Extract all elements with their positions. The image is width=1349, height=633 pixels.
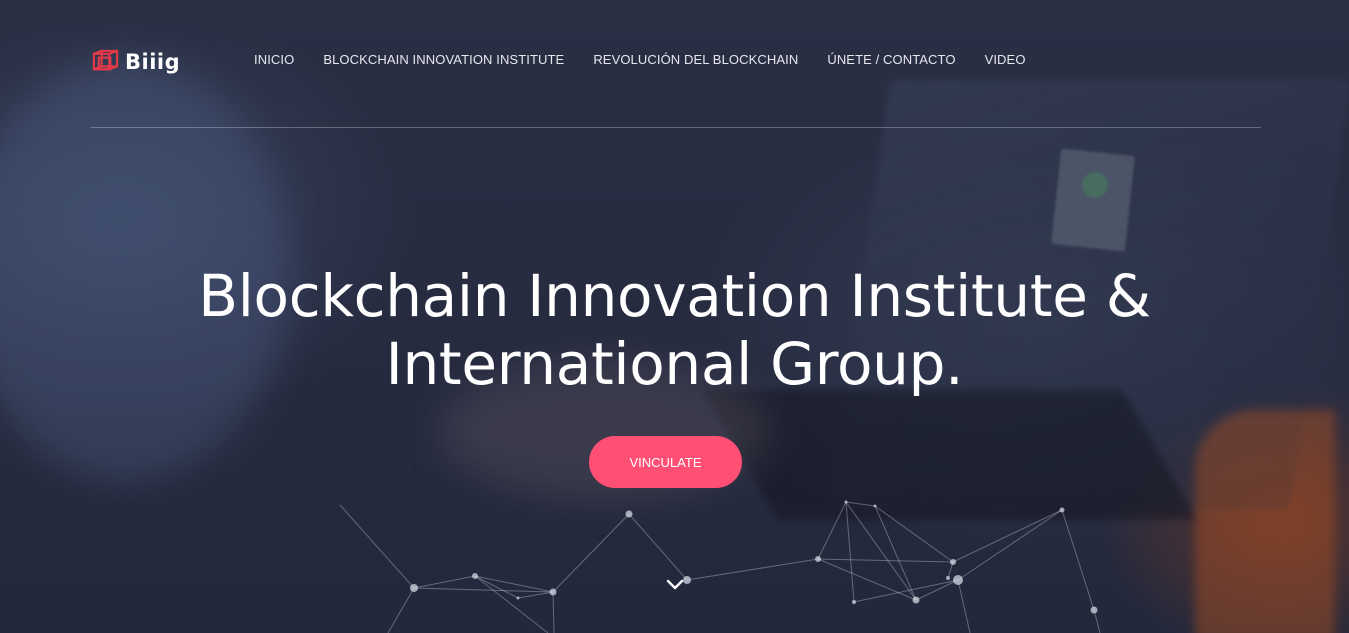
- nav-item-blockchain-innovation-institute[interactable]: BLOCKCHAIN INNOVATION INSTITUTE: [323, 52, 564, 67]
- nav-item-unete-contacto[interactable]: ÚNETE / CONTACTO: [827, 52, 955, 67]
- hero-title: Blockchain Innovation Institute & Intern…: [0, 262, 1349, 398]
- main-nav: INICIO BLOCKCHAIN INNOVATION INSTITUTE R…: [254, 52, 1055, 67]
- hero-section: Biiig INICIO BLOCKCHAIN INNOVATION INSTI…: [0, 0, 1349, 633]
- background-photo-badge: [1082, 172, 1108, 198]
- nav-item-inicio[interactable]: INICIO: [254, 52, 294, 67]
- logo-link[interactable]: Biiig: [91, 47, 180, 77]
- nav-item-video[interactable]: VIDEO: [985, 52, 1026, 67]
- background-photo-card: [1051, 148, 1135, 252]
- hero-title-line-2: International Group.: [385, 330, 964, 398]
- nav-item-revolucion-del-blockchain[interactable]: REVOLUCIÓN DEL BLOCKCHAIN: [593, 52, 798, 67]
- vinculate-button[interactable]: VINCULATE: [589, 436, 742, 488]
- chevron-down-icon[interactable]: [664, 576, 686, 594]
- logo-text: Biiig: [125, 50, 181, 74]
- network-decoration: [339, 500, 1101, 633]
- cube-logo-icon: [92, 49, 119, 70]
- hero-title-line-1: Blockchain Innovation Institute &: [198, 262, 1151, 330]
- site-header: Biiig INICIO BLOCKCHAIN INNOVATION INSTI…: [91, 0, 1261, 128]
